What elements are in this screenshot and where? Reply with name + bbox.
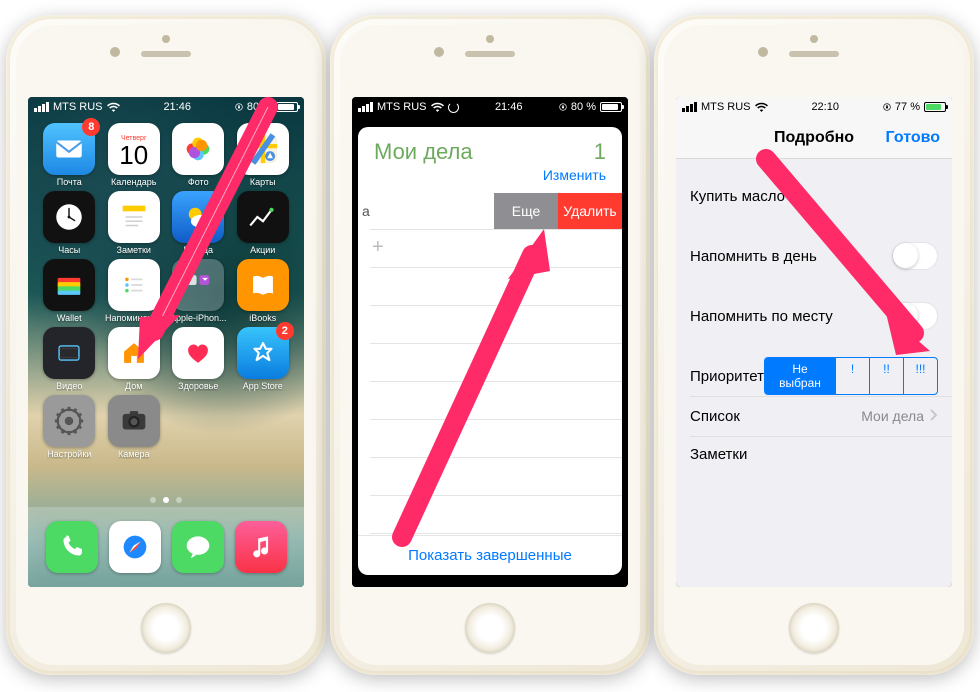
app-messages[interactable] (172, 521, 224, 573)
reminder-item[interactable]: а Eще Удалить (358, 193, 622, 229)
edit-button[interactable]: Изменить (374, 167, 606, 183)
app-календарь[interactable]: Четверг 10 Календарь (103, 123, 166, 187)
phone-2: MTS RUS 21:46 80 % Мои дела 1 Изменить (330, 15, 650, 675)
status-bar: MTS RUS 22:10 77 % (676, 97, 952, 117)
app-ibooks[interactable]: iBooks (232, 259, 295, 323)
app-погода[interactable]: Погода (167, 191, 230, 255)
priority-low[interactable]: ! (835, 358, 869, 394)
battery-percent: 77 % (895, 101, 920, 113)
remind-day-toggle[interactable] (892, 242, 938, 270)
app-safari[interactable] (109, 521, 161, 573)
priority-med[interactable]: !! (869, 358, 903, 394)
priority-label: Приоритет (690, 368, 764, 385)
app-карты[interactable]: Карты (232, 123, 295, 187)
app-видео[interactable]: Видео (38, 327, 101, 391)
app-здоровье[interactable]: Здоровье (167, 327, 230, 391)
page-dots[interactable] (28, 497, 304, 503)
reminders-card: Мои дела 1 Изменить а Eще Удалить + (358, 127, 622, 575)
done-button[interactable]: Готово (886, 129, 940, 147)
list-row[interactable]: Список Мои дела (676, 396, 952, 436)
app-камера[interactable]: Камера (103, 395, 166, 459)
app-phone[interactable] (46, 521, 98, 573)
priority-segmented[interactable]: Не выбран ! !! !!! (764, 357, 938, 395)
app-apple-iphon...[interactable]: Apple-iPhon... (167, 259, 230, 323)
list-title: Мои дела (374, 139, 473, 165)
carrier-label: MTS RUS (701, 101, 751, 113)
remind-day-label: Напомнить в день (690, 248, 817, 265)
app-заметки[interactable]: Заметки (103, 191, 166, 255)
priority-row: Приоритет Не выбран ! !! !!! (676, 356, 952, 396)
more-button[interactable]: Eще (494, 193, 558, 229)
orientation-lock-icon (559, 102, 567, 112)
orientation-lock-icon (883, 102, 891, 112)
chevron-right-icon (930, 408, 938, 425)
priority-none[interactable]: Не выбран (765, 358, 835, 394)
app-фото[interactable]: Фото (167, 123, 230, 187)
app-акции[interactable]: Акции (232, 191, 295, 255)
battery-percent: 80 % (247, 101, 272, 113)
signal-icon (34, 102, 49, 112)
battery-charging-icon (924, 102, 946, 112)
remind-location-toggle[interactable] (892, 302, 938, 330)
carrier-label: MTS RUS (377, 101, 427, 113)
phone-1: MTS RUS 21:46 80 % 8Почта Четверг 10 Кал… (6, 15, 326, 675)
battery-icon (600, 102, 622, 112)
remind-location-row[interactable]: Напомнить по месту (676, 296, 952, 336)
list-count: 1 (594, 139, 606, 165)
list-label: Список (690, 408, 740, 425)
dock (28, 507, 304, 587)
show-completed-button[interactable]: Показать завершенные (358, 535, 622, 575)
details-screen: MTS RUS 22:10 77 % Подробно Готово Купит… (676, 97, 952, 587)
reminder-list: а Eще Удалить + (358, 189, 622, 535)
wifi-icon (107, 102, 120, 112)
notes-label: Заметки (690, 446, 747, 463)
app-настройки[interactable]: Настройки (38, 395, 101, 459)
delete-button[interactable]: Удалить (558, 193, 622, 229)
app-почта[interactable]: 8Почта (38, 123, 101, 187)
home-button[interactable] (465, 603, 515, 653)
home-screen: MTS RUS 21:46 80 % 8Почта Четверг 10 Кал… (28, 97, 304, 587)
clock-label: 21:46 (495, 101, 523, 113)
reminders-screen: MTS RUS 21:46 80 % Мои дела 1 Изменить (352, 97, 628, 587)
signal-icon (358, 102, 373, 112)
list-value: Мои дела (861, 408, 924, 424)
add-reminder-button[interactable]: + (372, 237, 384, 257)
home-button[interactable] (789, 603, 839, 653)
battery-icon (276, 102, 298, 112)
status-bar: MTS RUS 21:46 80 % (28, 97, 304, 117)
home-button[interactable] (141, 603, 191, 653)
app-дом[interactable]: Дом (103, 327, 166, 391)
remind-location-label: Напомнить по месту (690, 308, 833, 325)
status-bar: MTS RUS 21:46 80 % (352, 97, 628, 117)
battery-percent: 80 % (571, 101, 596, 113)
phone-3: MTS RUS 22:10 77 % Подробно Готово Купит… (654, 15, 974, 675)
remind-day-row[interactable]: Напомнить в день (676, 236, 952, 276)
nav-title: Подробно (774, 129, 854, 147)
signal-icon (682, 102, 697, 112)
nav-bar: Подробно Готово (676, 117, 952, 159)
app-music[interactable] (235, 521, 287, 573)
clock-label: 22:10 (811, 101, 839, 113)
clock-label: 21:46 (163, 101, 191, 113)
wifi-icon (431, 102, 444, 112)
app-напоминания[interactable]: Напоминания (103, 259, 166, 323)
reminder-name-field[interactable]: Купить масло (676, 176, 952, 216)
app-app store[interactable]: 2App Store (232, 327, 295, 391)
app-часы[interactable]: Часы (38, 191, 101, 255)
carrier-label: MTS RUS (53, 101, 103, 113)
reminder-name-label: Купить масло (690, 188, 785, 205)
orientation-lock-icon (235, 102, 243, 112)
app-wallet[interactable]: Wallet (38, 259, 101, 323)
notes-row[interactable]: Заметки (676, 436, 952, 492)
wifi-icon (755, 102, 768, 112)
priority-high[interactable]: !!! (903, 358, 937, 394)
loading-icon (448, 102, 459, 113)
